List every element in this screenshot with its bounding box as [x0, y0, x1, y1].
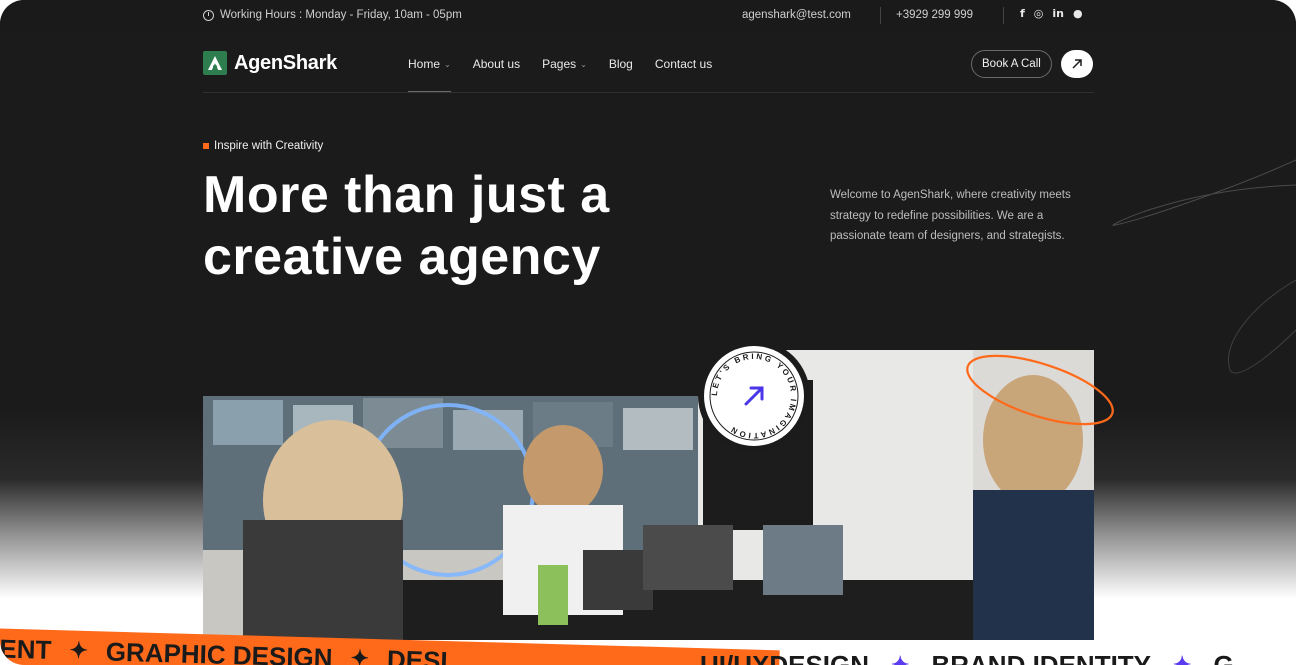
nav-menu: Home ⌄ About us Pages ⌄ Blog Contact us: [408, 57, 712, 93]
linkedin-icon[interactable]: in: [1052, 7, 1064, 20]
chevron-down-icon: ⌄: [444, 59, 451, 69]
headline-line-2: creative agency: [203, 228, 601, 286]
ticker-item: DESI: [386, 643, 449, 665]
main-navigation: AgenShark Home ⌄ About us Pages ⌄ Blog C…: [203, 50, 1094, 93]
tagline-text: Inspire with Creativity: [214, 140, 324, 152]
nav-item-label: Contact us: [654, 57, 713, 71]
page-frame: Working Hours : Monday - Friday, 10am - …: [0, 0, 1296, 665]
brand-logo[interactable]: AgenShark: [203, 51, 337, 75]
chevron-down-icon: ⌄: [580, 59, 587, 69]
imagination-badge[interactable]: LET'S BRING YOUR IMAGINATION: [698, 340, 810, 452]
star-icon: ✦: [891, 652, 910, 665]
star-icon: ✦: [1173, 652, 1192, 665]
social-links: f ◎ in ●: [1020, 7, 1083, 20]
tag-dot: [203, 143, 209, 149]
hero-headline: More than just a creative agency: [203, 164, 723, 288]
star-icon: ✦: [69, 637, 89, 664]
ticker-item: ENT: [0, 633, 52, 665]
facebook-icon[interactable]: f: [1020, 7, 1025, 20]
working-hours-text: Working Hours : Monday - Friday, 10am - …: [220, 9, 462, 21]
nav-item-blog[interactable]: Blog: [609, 57, 633, 71]
nav-item-label: About us: [472, 57, 521, 71]
book-call-button[interactable]: Book A Call: [971, 50, 1052, 78]
service-ticker-white: UI/UXDESIGN ✦ BRAND IDENTITY ✦ G: [700, 645, 1296, 665]
arrow-up-right-button[interactable]: [1061, 50, 1093, 78]
nav-item-label: Pages: [542, 57, 577, 71]
ticker-item: UI/UXDESIGN: [700, 649, 870, 665]
arrow-up-right-icon: [744, 386, 764, 406]
arrow-up-right-icon: [1072, 59, 1082, 69]
nav-item-about[interactable]: About us: [473, 57, 520, 71]
nav-item-label: Blog: [608, 57, 633, 71]
badge-ring: LET'S BRING YOUR IMAGINATION: [709, 351, 799, 441]
brand-name: AgenShark: [234, 51, 337, 74]
nav-divider: [203, 92, 1094, 93]
working-hours: Working Hours : Monday - Friday, 10am - …: [203, 9, 462, 21]
hero-tagline: Inspire with Creativity: [203, 140, 323, 152]
nav-item-label: Home: [408, 57, 441, 71]
nav-item-contact[interactable]: Contact us: [655, 57, 712, 71]
top-info-bar: Working Hours : Monday - Friday, 10am - …: [0, 0, 1296, 32]
ticker-item: G: [1213, 649, 1234, 665]
logo-mark-icon: [203, 51, 227, 75]
badge-inner: LET'S BRING YOUR IMAGINATION: [704, 346, 804, 446]
dribbble-icon[interactable]: ●: [1073, 7, 1083, 20]
divider: [880, 7, 881, 24]
ticker-item: GRAPHIC DESIGN: [105, 636, 333, 665]
instagram-icon[interactable]: ◎: [1034, 7, 1044, 20]
phone-link[interactable]: +3929 299 999: [896, 9, 973, 21]
clock-icon: [203, 9, 214, 21]
ticker-item: BRAND IDENTITY: [931, 649, 1152, 665]
hero-intro: Welcome to AgenShark, where creativity m…: [830, 189, 1071, 242]
decorative-swirl: [1112, 159, 1296, 374]
headline-line-1: More than just a: [203, 166, 610, 224]
nav-item-home[interactable]: Home ⌄: [408, 57, 451, 93]
star-icon: ✦: [350, 645, 370, 665]
nav-item-pages[interactable]: Pages ⌄: [542, 57, 587, 71]
divider: [1003, 7, 1004, 24]
orange-ring-decoration: [966, 354, 1114, 426]
email-link[interactable]: agenshark@test.com: [742, 9, 851, 21]
